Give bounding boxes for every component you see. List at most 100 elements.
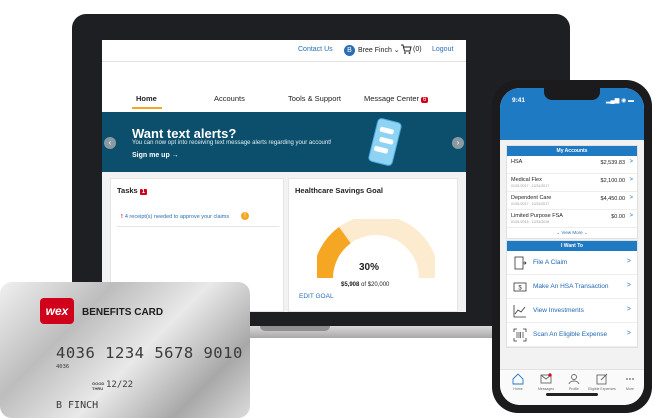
bottom-tab-bar: Home Messages Profile Eligible Expenses More [500, 369, 644, 405]
sign-me-up-link[interactable]: Sign me up → [132, 152, 179, 159]
account-name: HSA [511, 159, 523, 165]
card-good-thru-label: GOOD THRU [92, 381, 105, 391]
i-want-to-card: I Want To File A Claim > $ Make An HSA Tran… [506, 240, 638, 348]
hsa-goal-title: Healthcare Savings Goal [295, 186, 383, 195]
home-icon [512, 373, 524, 385]
action-row[interactable]: File A Claim > [507, 251, 637, 275]
top-bar: Contact Us B Bree Finch ⌄ (0) Logout [102, 40, 466, 62]
divider [117, 226, 279, 227]
my-accounts-card: My Accounts HSA $2,539.83 > Medical Flex 01/… [506, 145, 638, 239]
tab-label: Home [513, 387, 523, 391]
account-row[interactable]: Limited Purpose FSA 01/01/2016 - 12/31/20… [507, 210, 637, 228]
user-avatar-icon[interactable]: B [344, 45, 355, 56]
svg-text:$: $ [518, 285, 522, 291]
status-icons: ▂▄▆ ◉ ▬ [605, 98, 634, 104]
tab-label: Messages [538, 387, 554, 391]
action-row[interactable]: View Investments > [507, 299, 637, 323]
nav-message-center[interactable]: Message Center 6 [364, 94, 429, 103]
laptop-screen: Contact Us B Bree Finch ⌄ (0) Logout Hom… [102, 40, 466, 312]
tab-eligible-expenses[interactable]: Eligible Expenses [588, 372, 616, 391]
phone-screen: 9:41 ▂▄▆ ◉ ▬ My Accounts HSA $2,539.83 > Me… [500, 88, 644, 405]
cart-icon[interactable] [400, 43, 412, 55]
messages-icon [540, 373, 552, 384]
user-menu[interactable]: Bree Finch ⌄ [358, 46, 400, 54]
file-claim-icon [513, 256, 527, 270]
account-dates: 01/01/2016 - 12/31/2016 [511, 220, 550, 224]
account-balance: $2,100.00 [600, 178, 625, 184]
tasks-title: Tasks 1 [117, 186, 148, 195]
tab-more[interactable]: More [616, 372, 644, 391]
nav-tools-support[interactable]: Tools & Support [288, 94, 341, 103]
message-count-badge: 6 [421, 97, 429, 103]
home-indicator [546, 393, 598, 396]
account-dates: 01/01/2017 - 12/31/2017 [511, 184, 550, 188]
i-want-to-title: I Want To [507, 241, 637, 251]
account-row[interactable]: HSA $2,539.83 > [507, 156, 637, 174]
gauge-saved: $5,908 [341, 282, 360, 288]
chevron-right-icon: > [629, 177, 633, 183]
logout-link[interactable]: Logout [432, 46, 453, 53]
text-alerts-banner: ‹ › Want text alerts? You can now opt in… [102, 112, 466, 172]
eligible-expenses-icon [596, 373, 608, 385]
task-alert-icon: ! [241, 212, 249, 220]
tab-label: Profile [569, 387, 579, 391]
tab-messages[interactable]: Messages [532, 372, 560, 391]
chevron-right-icon: > [626, 330, 631, 337]
tasks-count-badge: 1 [139, 189, 148, 195]
account-balance: $4,450.00 [600, 196, 625, 202]
dollar-bill-icon: $ [513, 280, 527, 294]
task-item[interactable]: ! 4 receipt(s) needed to approve your cla… [121, 214, 229, 220]
card-brand-title: BENEFITS CARD [82, 307, 164, 318]
view-more-link[interactable]: ⌄ View More ⌄ [507, 228, 637, 238]
tab-home[interactable]: Home [504, 372, 532, 391]
account-balance: $2,539.83 [600, 160, 625, 166]
chevron-right-icon: > [626, 306, 631, 313]
accounts-list: HSA $2,539.83 > Medical Flex 01/01/2017 - 12… [507, 156, 637, 228]
action-label: Scan An Eligible Expense [533, 331, 608, 338]
action-row[interactable]: Scan An Eligible Expense > [507, 323, 637, 347]
edit-goal-link[interactable]: EDIT GOAL [299, 293, 334, 300]
card-expiry: 12/22 [106, 380, 134, 390]
contact-us-link[interactable]: Contact Us [298, 46, 333, 53]
account-name: Medical Flex [511, 177, 542, 183]
account-name: Limited Purpose FSA [511, 213, 563, 219]
line-chart-icon [513, 304, 527, 318]
laptop-hinge-notch [260, 326, 330, 331]
my-accounts-title: My Accounts [507, 146, 637, 156]
chevron-right-icon: > [629, 213, 633, 219]
profile-icon [568, 374, 580, 385]
account-row[interactable]: Dependent Care 01/01/2017 - 12/31/2017 $4,… [507, 192, 637, 210]
chevron-right-icon: > [626, 258, 631, 265]
wex-logo: wex [40, 298, 74, 324]
action-label: Make An HSA Transaction [533, 283, 609, 290]
tab-profile[interactable]: Profile [560, 372, 588, 391]
card-bin: 4036 [56, 364, 70, 370]
account-dates: 01/01/2017 - 12/31/2017 [511, 202, 550, 206]
banner-subtitle: You can now opt into receiving text mess… [132, 140, 332, 146]
action-row[interactable]: $ Make An HSA Transaction > [507, 275, 637, 299]
gauge-percent: 30% [359, 262, 380, 273]
banner-title: Want text alerts? [132, 126, 237, 141]
benefits-card: wex BENEFITS CARD 4036 1234 5678 9010 40… [0, 282, 250, 418]
card-number: 4036 1234 5678 9010 [56, 344, 243, 362]
more-icon [626, 378, 634, 380]
main-nav: Home Accounts Tools & Support Message Ce… [102, 62, 466, 112]
status-time: 9:41 [512, 97, 526, 104]
tab-label: More [626, 387, 634, 391]
account-balance: $0.00 [611, 214, 625, 220]
tasks-title-label: Tasks [117, 186, 138, 195]
nav-active-indicator [132, 107, 162, 109]
gauge-amount: $5,908 of $20,000 [341, 282, 389, 288]
barcode-scan-icon [513, 328, 527, 342]
phone-notch [544, 88, 600, 100]
account-row[interactable]: Medical Flex 01/01/2017 - 12/31/2017 $2,10… [507, 174, 637, 192]
banner-prev-button[interactable]: ‹ [104, 137, 116, 149]
account-name: Dependent Care [511, 195, 552, 201]
nav-home[interactable]: Home [136, 94, 157, 103]
action-label: View Investments [533, 307, 584, 314]
banner-next-button[interactable]: › [452, 137, 464, 149]
nav-accounts[interactable]: Accounts [214, 94, 245, 103]
task-warning-icon: ! [121, 214, 123, 220]
chevron-right-icon: > [629, 195, 633, 201]
task-item-label: 4 receipt(s) needed to approve your clai… [124, 214, 230, 220]
